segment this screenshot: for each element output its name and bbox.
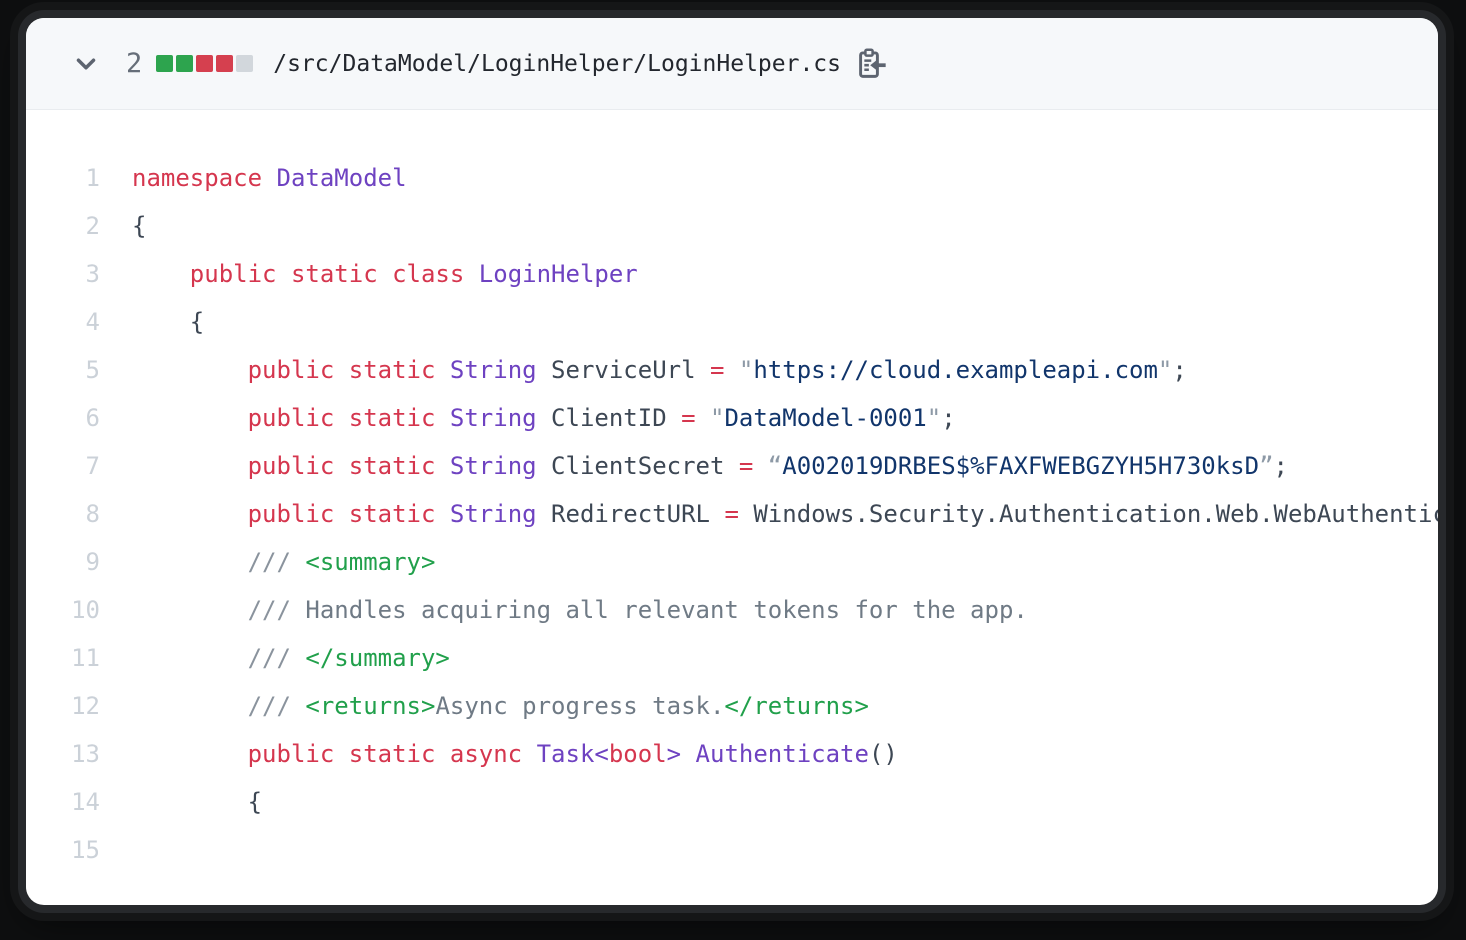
- line-number: 14: [26, 788, 100, 816]
- code-lines: 1namespace DataModel2{3 public static cl…: [26, 154, 1438, 874]
- change-count: 2: [126, 48, 142, 79]
- code-line: 2{: [26, 202, 1438, 250]
- dark-frame: 2 /src/DataModel/LoginHelper/LoginHelper…: [0, 0, 1466, 940]
- code-text: {: [132, 212, 146, 240]
- code-text: {: [132, 788, 262, 816]
- file-path: /src/DataModel/LoginHelper/LoginHelper.c…: [273, 51, 841, 77]
- line-number: 3: [26, 260, 100, 288]
- code-line: 8 public static String RedirectURL = Win…: [26, 490, 1438, 538]
- file-header: 2 /src/DataModel/LoginHelper/LoginHelper…: [26, 18, 1438, 110]
- line-number: 4: [26, 308, 100, 336]
- line-number: 15: [26, 836, 100, 864]
- line-number: 10: [26, 596, 100, 624]
- line-number: 6: [26, 404, 100, 432]
- code-area: 1namespace DataModel2{3 public static cl…: [26, 110, 1438, 874]
- code-text: /// <returns>Async progress task.</retur…: [132, 692, 869, 720]
- code-text: public static class LoginHelper: [132, 260, 638, 288]
- diff-block-removed: [216, 55, 233, 72]
- code-viewer-card: 2 /src/DataModel/LoginHelper/LoginHelper…: [26, 18, 1438, 905]
- code-line: 6 public static String ClientID = "DataM…: [26, 394, 1438, 442]
- clipboard-paste-icon: [855, 47, 887, 81]
- line-number: 7: [26, 452, 100, 480]
- copy-button[interactable]: [855, 47, 887, 81]
- code-line: 11 /// </summary>: [26, 634, 1438, 682]
- code-line: 12 /// <returns>Async progress task.</re…: [26, 682, 1438, 730]
- chevron-down-icon: [72, 50, 100, 78]
- code-line: 10 /// Handles acquiring all relevant to…: [26, 586, 1438, 634]
- code-line: 13 public static async Task<bool> Authen…: [26, 730, 1438, 778]
- collapse-button[interactable]: [72, 50, 100, 78]
- code-line: 7 public static String ClientSecret = “A…: [26, 442, 1438, 490]
- code-text: public static async Task<bool> Authentic…: [132, 740, 898, 768]
- line-number: 9: [26, 548, 100, 576]
- code-text: namespace DataModel: [132, 164, 407, 192]
- line-number: 11: [26, 644, 100, 672]
- diff-block-neutral: [236, 55, 253, 72]
- code-line: 9 /// <summary>: [26, 538, 1438, 586]
- code-text: public static String ClientID = "DataMod…: [132, 404, 956, 432]
- line-number: 8: [26, 500, 100, 528]
- code-line: 5 public static String ServiceUrl = "htt…: [26, 346, 1438, 394]
- diff-block-added: [156, 55, 173, 72]
- code-line: 15: [26, 826, 1438, 874]
- code-text: /// <summary>: [132, 548, 435, 576]
- line-number: 2: [26, 212, 100, 240]
- line-number: 12: [26, 692, 100, 720]
- code-text: /// Handles acquiring all relevant token…: [132, 596, 1028, 624]
- diff-block-removed: [196, 55, 213, 72]
- line-number: 13: [26, 740, 100, 768]
- diff-blocks: [156, 55, 253, 72]
- code-line: 1 namespace DataModel: [26, 154, 1438, 202]
- code-line: 14 {: [26, 778, 1438, 826]
- code-line: 4 {: [26, 298, 1438, 346]
- code-text: {: [132, 308, 204, 336]
- code-text: public static String RedirectURL = Windo…: [132, 500, 1438, 528]
- line-number: 1: [26, 164, 100, 192]
- diff-block-added: [176, 55, 193, 72]
- code-line: 3 public static class LoginHelper: [26, 250, 1438, 298]
- code-text: public static String ServiceUrl = "https…: [132, 356, 1187, 384]
- code-text: public static String ClientSecret = “A00…: [132, 452, 1288, 480]
- line-number: 5: [26, 356, 100, 384]
- code-text: /// </summary>: [132, 644, 450, 672]
